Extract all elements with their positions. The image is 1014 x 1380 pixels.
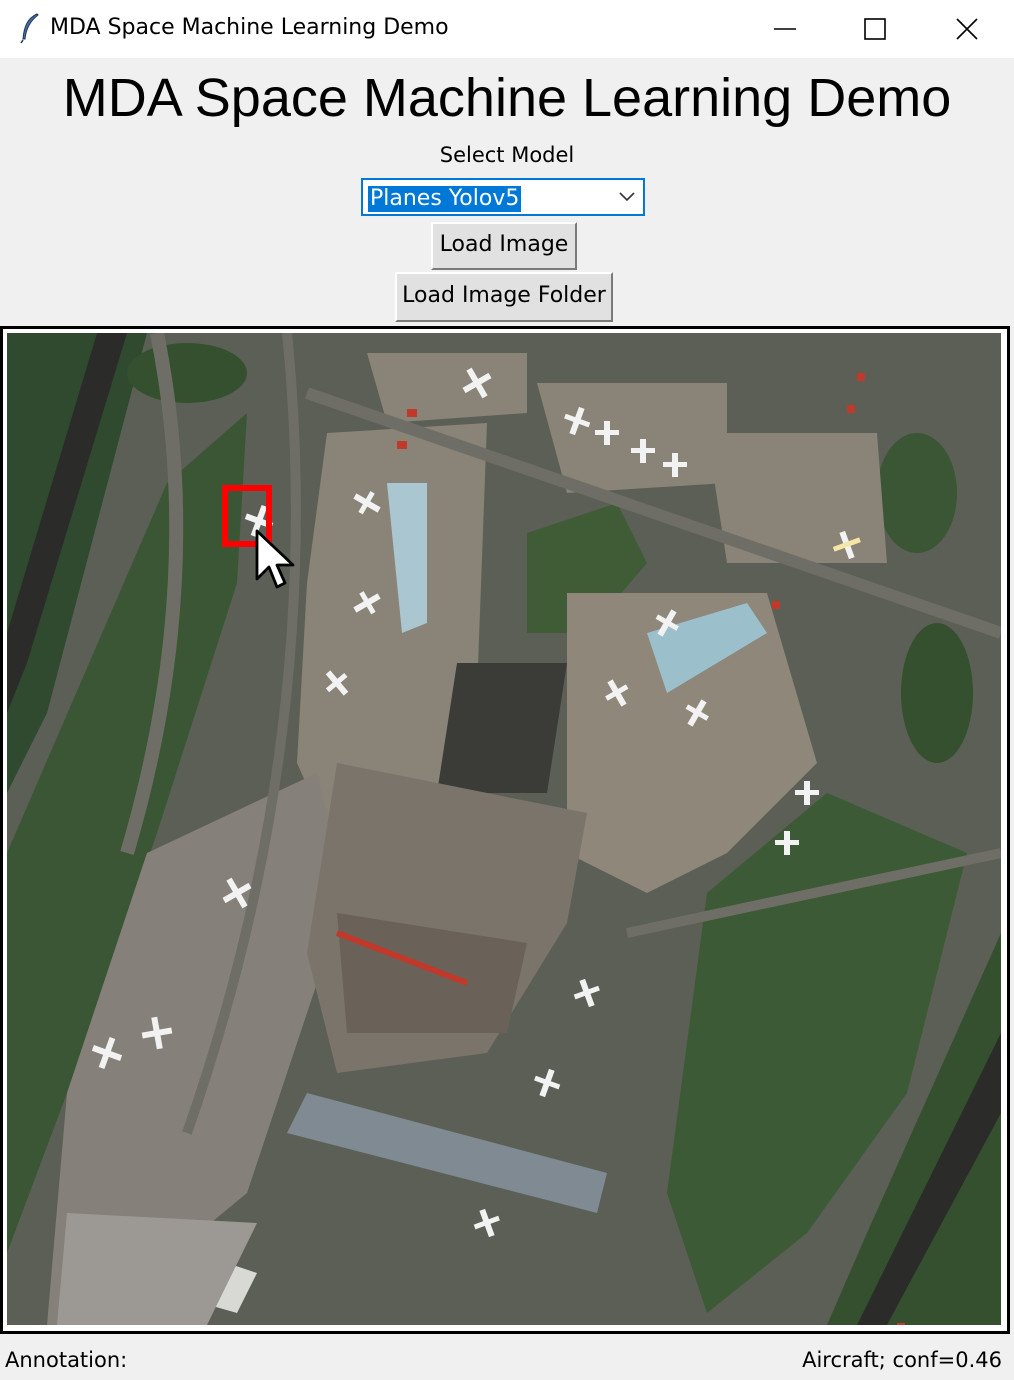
model-select-value: Planes Yolov5 (368, 186, 522, 212)
close-icon (956, 18, 978, 40)
detection-result: Aircraft; conf=0.46 (802, 1348, 1002, 1372)
minimize-icon (774, 28, 796, 30)
mouse-cursor-icon (255, 529, 295, 589)
maximize-button[interactable] (828, 0, 920, 58)
aerial-image (7, 333, 1001, 1325)
load-image-folder-button[interactable]: Load Image Folder (395, 272, 613, 322)
maximize-icon (864, 18, 886, 40)
image-canvas[interactable] (0, 326, 1010, 1334)
window-titlebar[interactable]: MDA Space Machine Learning Demo (0, 0, 1014, 58)
annotation-label: Annotation: (5, 1348, 128, 1372)
feather-icon (20, 13, 39, 44)
window-title: MDA Space Machine Learning Demo (50, 15, 449, 40)
load-image-button[interactable]: Load Image (431, 222, 577, 270)
select-model-label: Select Model (439, 143, 575, 167)
model-select[interactable]: Planes Yolov5 (361, 178, 645, 216)
chevron-down-icon (619, 192, 635, 202)
minimize-button[interactable] (738, 0, 830, 58)
page-title: MDA Space Machine Learning Demo (62, 68, 952, 128)
close-button[interactable] (920, 0, 1012, 58)
